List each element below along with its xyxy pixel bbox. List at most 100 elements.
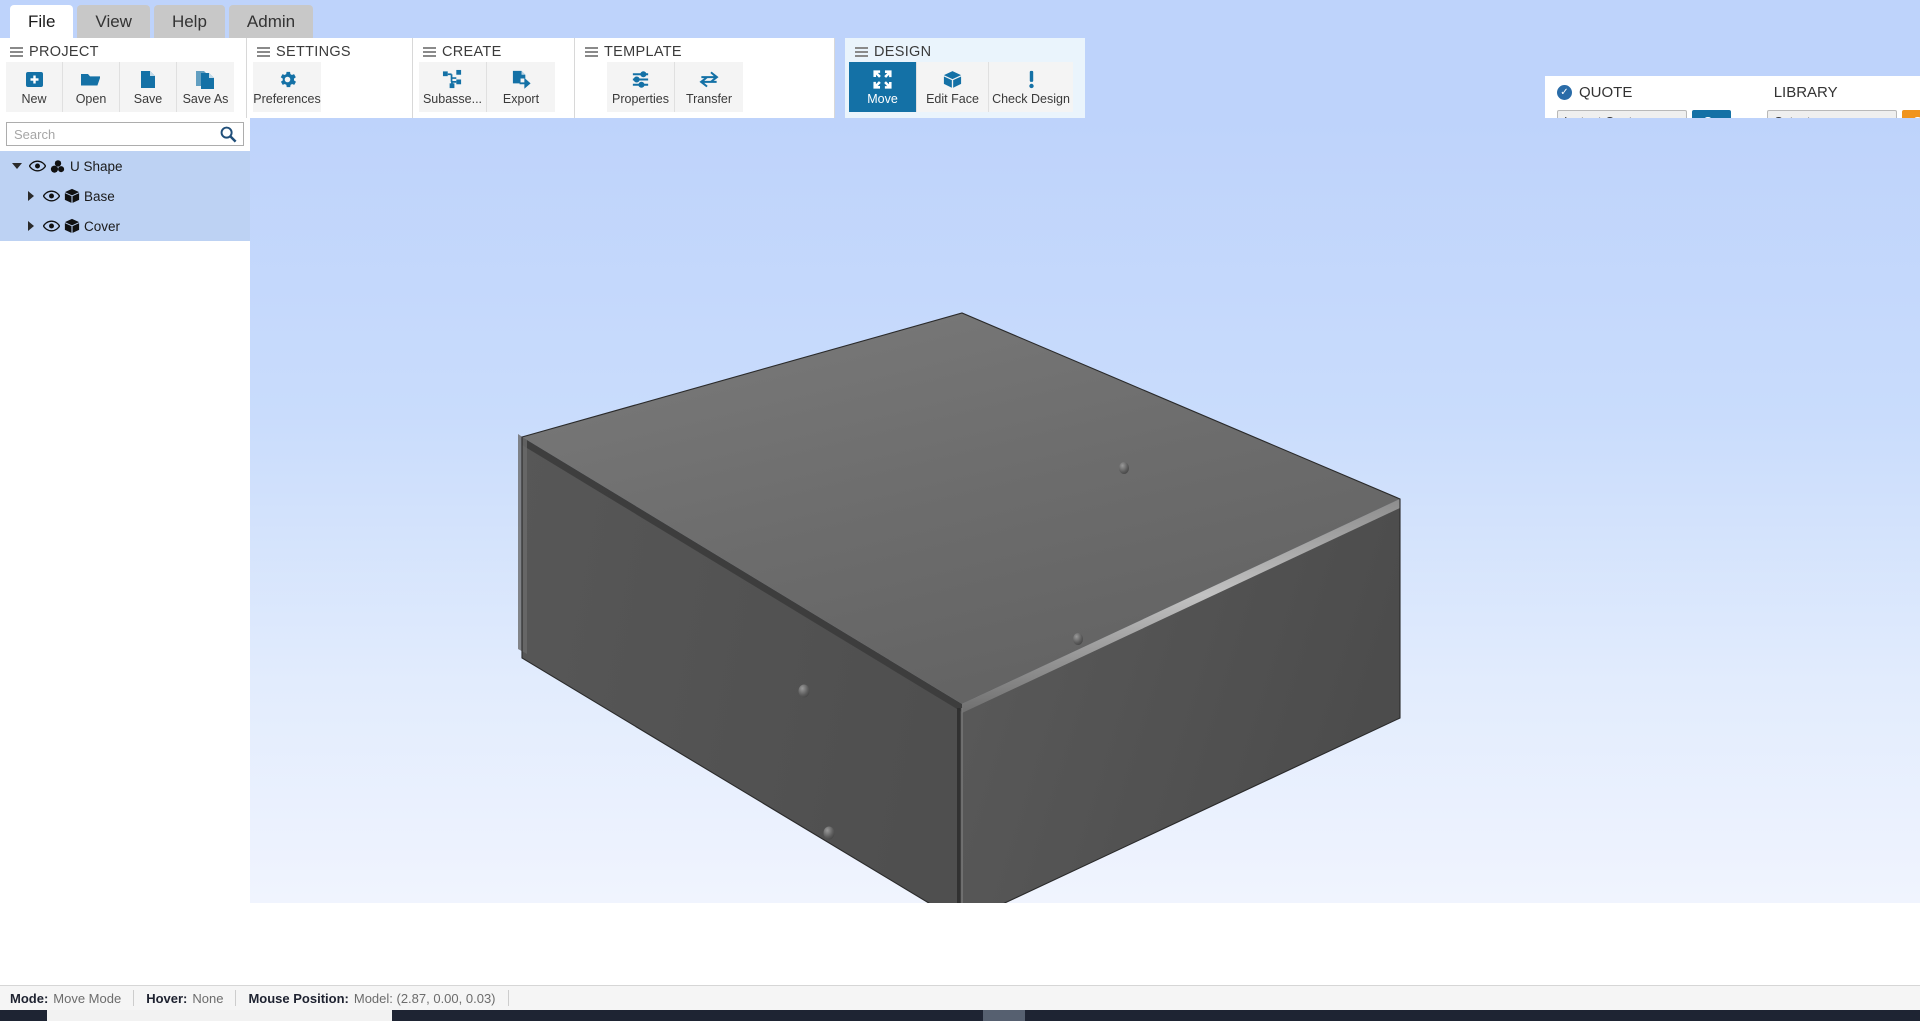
status-position-value: Model: (2.87, 0.00, 0.03) <box>353 990 496 1006</box>
expand-collapse-caret-right-icon[interactable] <box>22 191 40 201</box>
tab-view-label: View <box>95 11 132 31</box>
menu-hamburger-icon <box>585 45 598 59</box>
export-button[interactable]: Export <box>487 62 555 112</box>
status-divider <box>235 990 237 1006</box>
preferences-button-label: Preferences <box>253 92 321 107</box>
search-input[interactable]: Search <box>6 122 244 146</box>
model-tree: U Shape Base Cover <box>0 151 250 241</box>
tree-item-u-shape-label: U Shape <box>70 158 123 174</box>
check-design-button[interactable]: Check Design <box>989 62 1073 112</box>
save-file-icon <box>139 68 157 90</box>
subassembly-button[interactable]: Subasse... <box>419 62 487 112</box>
ribbon-group-settings: SETTINGS Preferences <box>247 38 413 118</box>
ribbon-group-create-header: CREATE <box>413 38 574 62</box>
export-icon <box>511 68 532 90</box>
tab-admin-label: Admin <box>246 11 296 31</box>
ribbon-group-create-title: CREATE <box>442 44 502 60</box>
edit-face-button[interactable]: Edit Face <box>917 62 989 112</box>
menu-hamburger-icon <box>257 45 270 59</box>
part-cube-icon <box>62 188 82 204</box>
tab-file[interactable]: File <box>10 5 74 38</box>
library-panel-header: LIBRARY <box>1767 84 1920 101</box>
tree-item-u-shape[interactable]: U Shape <box>0 151 250 181</box>
save-as-icon <box>195 68 216 90</box>
ribbon-group-settings-title: SETTINGS <box>276 44 351 60</box>
cad-application-window: File View Help Admin PROJECT New Open Sa… <box>0 0 1920 1021</box>
expand-collapse-caret-down-icon[interactable] <box>8 163 26 169</box>
save-button-label: Save <box>133 92 163 107</box>
ribbon-group-template-title: TEMPLATE <box>604 44 682 60</box>
open-button[interactable]: Open <box>63 62 120 112</box>
horizontal-scrollbar-thumb[interactable] <box>47 1010 392 1021</box>
properties-button[interactable]: Properties <box>607 62 675 112</box>
new-button[interactable]: New <box>6 62 63 112</box>
properties-button-label: Properties <box>612 92 669 107</box>
new-file-icon <box>24 68 45 90</box>
edit-face-button-label: Edit Face <box>926 92 979 107</box>
part-cube-icon <box>62 218 82 234</box>
status-divider <box>507 990 509 1006</box>
expand-collapse-caret-right-icon[interactable] <box>22 221 40 231</box>
library-panel-title: LIBRARY <box>1773 84 1838 101</box>
tree-item-cover[interactable]: Cover <box>0 211 250 241</box>
ribbon-group-settings-header: SETTINGS <box>247 38 412 62</box>
search-icon[interactable] <box>219 125 238 149</box>
gear-icon <box>277 68 298 90</box>
exclamation-icon <box>1025 68 1038 90</box>
status-bar: Mode: Move Mode Hover: None Mouse Positi… <box>0 985 1920 1010</box>
tree-item-base[interactable]: Base <box>0 181 250 211</box>
horizontal-scrollbar[interactable] <box>0 1010 1920 1021</box>
check-circle-icon: ✓ <box>1557 85 1572 100</box>
quote-panel-header: ✓ QUOTE <box>1557 84 1731 101</box>
menu-hamburger-icon <box>423 45 436 59</box>
new-button-label: New <box>21 92 47 107</box>
status-mode-value: Move Mode <box>53 990 122 1006</box>
transfer-button-label: Transfer <box>685 92 733 107</box>
ribbon-toolbar: PROJECT New Open Save Save As SETTINGS P… <box>0 38 1920 156</box>
menu-tab-bar: File View Help Admin <box>0 0 1920 38</box>
move-button[interactable]: Move <box>849 62 917 112</box>
save-as-button-label: Save As <box>182 92 229 107</box>
transfer-button[interactable]: Transfer <box>675 62 743 112</box>
menu-hamburger-icon <box>10 45 23 59</box>
quote-panel-title: QUOTE <box>1579 84 1633 101</box>
visibility-eye-icon[interactable] <box>40 220 62 232</box>
export-button-label: Export <box>502 92 540 107</box>
preferences-button[interactable]: Preferences <box>253 62 321 112</box>
model-tree-panel: Search U Shape Base Cover <box>0 118 250 903</box>
tab-help-label: Help <box>171 11 207 31</box>
save-as-button[interactable]: Save As <box>177 62 234 112</box>
search-input-placeholder: Search <box>14 126 56 142</box>
subassembly-button-label: Subasse... <box>422 92 483 107</box>
ribbon-group-design-title: DESIGN <box>874 44 932 60</box>
tab-admin[interactable]: Admin <box>228 5 314 38</box>
check-design-button-label: Check Design <box>992 92 1070 107</box>
status-divider <box>133 990 135 1006</box>
move-arrows-icon <box>872 68 893 90</box>
save-button[interactable]: Save <box>120 62 177 112</box>
model-viewport[interactable]: TOP FRONT X Y <box>0 118 1920 903</box>
tab-view[interactable]: View <box>77 5 150 38</box>
horizontal-scrollbar-marker[interactable] <box>983 1010 1025 1021</box>
ribbon-group-design-header: DESIGN <box>845 38 1085 62</box>
tree-item-base-label: Base <box>84 188 115 204</box>
ribbon-group-template-header: TEMPLATE <box>575 38 834 62</box>
tab-help[interactable]: Help <box>153 5 225 38</box>
sliders-icon <box>630 68 651 90</box>
move-button-label: Move <box>867 92 898 107</box>
transfer-arrows-icon <box>698 68 720 90</box>
cube-icon <box>942 68 963 90</box>
folder-open-icon <box>80 68 102 90</box>
menu-hamburger-icon <box>855 45 868 59</box>
model-canvas[interactable]: TOP FRONT X Y <box>0 118 1920 903</box>
assembly-icon <box>48 159 68 174</box>
ribbon-group-project: PROJECT New Open Save Save As <box>0 38 247 118</box>
subassembly-icon <box>442 68 463 90</box>
tree-item-cover-label: Cover <box>84 218 121 234</box>
visibility-eye-icon[interactable] <box>40 190 62 202</box>
ribbon-group-project-title: PROJECT <box>29 44 99 60</box>
visibility-eye-icon[interactable] <box>26 160 48 172</box>
ribbon-group-project-header: PROJECT <box>0 38 246 62</box>
ribbon-group-create: CREATE Subasse... Export <box>413 38 575 118</box>
status-hover-value: None <box>192 990 224 1006</box>
